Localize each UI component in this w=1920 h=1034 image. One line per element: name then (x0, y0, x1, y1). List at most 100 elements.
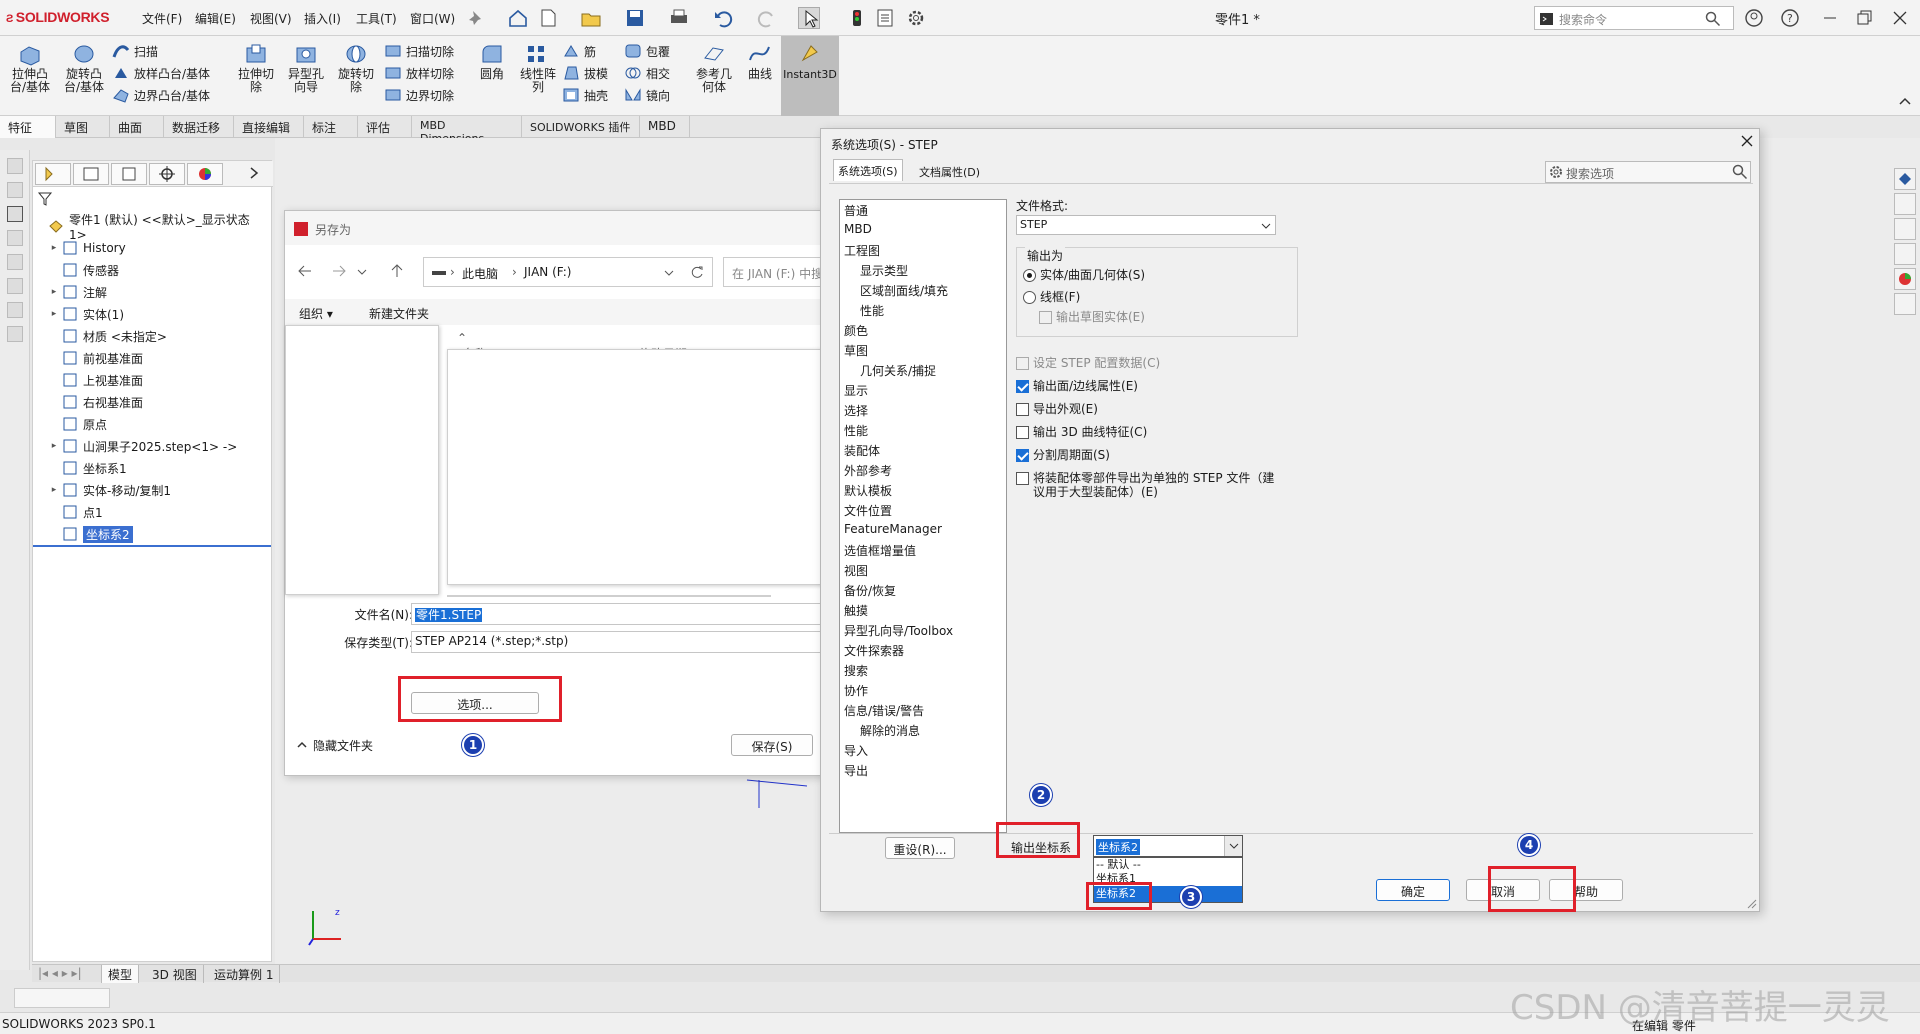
breadcrumb-drive[interactable]: JIAN (F:) (524, 265, 571, 279)
reset-button[interactable]: 重设(R)... (885, 837, 955, 859)
pin-icon[interactable] (465, 7, 487, 29)
solidworks-logo[interactable]: Ƨ SOLIDWORKS (6, 9, 110, 25)
tree-item[interactable]: 右视基准面 (33, 391, 271, 413)
menu-file[interactable]: 文件(F) (142, 10, 182, 27)
tab-solidworks-addins[interactable]: SOLIDWORKS 插件 (522, 116, 640, 138)
home-icon[interactable] (507, 7, 529, 29)
options-tree-item[interactable]: 普通 (844, 202, 868, 222)
options-tree-item[interactable]: 触摸 (844, 602, 868, 622)
tool-icon[interactable] (7, 182, 23, 198)
reference-geometry-button[interactable]: 参考几 何体 (692, 42, 736, 94)
options-tree-item[interactable]: FeatureManager (844, 522, 942, 542)
rib-button[interactable]: 筋 (562, 40, 608, 62)
options-gear-icon[interactable] (905, 7, 927, 29)
solidworks-resources-icon[interactable] (1894, 168, 1916, 190)
tool-icon[interactable] (7, 302, 23, 318)
up-arrow-icon[interactable] (389, 263, 405, 279)
undo-icon[interactable] (712, 7, 734, 29)
ok-button[interactable]: 确定 (1376, 879, 1450, 901)
organize-menu[interactable]: 组织 ▾ (299, 305, 333, 322)
tree-item[interactable]: ▸ History (33, 237, 271, 259)
resize-grip-icon[interactable] (1745, 897, 1757, 909)
tree-item[interactable]: 前视基准面 (33, 347, 271, 369)
address-bar[interactable]: › 此电脑 › JIAN (F:) (423, 257, 713, 287)
tree-item[interactable]: ▸ 山涧果子2025.step<1> -> (33, 435, 271, 457)
loft-cut-button[interactable]: 放样切除 (384, 62, 454, 84)
minimize-window-icon[interactable] (1818, 6, 1848, 30)
file-list-pane[interactable] (447, 349, 825, 585)
sweep-button[interactable]: 扫描 (112, 40, 210, 62)
tab-features[interactable]: 特征 (0, 116, 56, 138)
options-tree-item[interactable]: 备份/恢复 (844, 582, 896, 602)
checkbox-face-edge-props[interactable]: 输出面/边线属性(E) (1016, 377, 1138, 394)
shell-button[interactable]: 抽壳 (562, 84, 608, 106)
linear-pattern-button[interactable]: 线性阵 列 (516, 42, 560, 94)
tab-3d-views[interactable]: 3D 视图 (146, 965, 204, 983)
command-search-input[interactable]: 搜索命令 (1534, 6, 1734, 30)
back-arrow-icon[interactable] (297, 263, 313, 279)
options-search-input[interactable]: 搜索选项 (1545, 161, 1751, 183)
radio-solid-surface[interactable]: 实体/曲面几何体(S) (1023, 266, 1145, 283)
options-tree-item[interactable]: 区域剖面线/填充 (860, 282, 948, 302)
extrude-boss-button[interactable]: 拉伸凸 台/基体 (8, 42, 52, 94)
print-icon[interactable] (668, 7, 690, 29)
tree-item[interactable]: 坐标系1 (33, 457, 271, 479)
tab-motion-study[interactable]: 运动算例 1 (208, 965, 281, 983)
scroll-tabs-icon[interactable]: |◂ ◂ ▸ ▸| (32, 965, 102, 983)
tree-item[interactable]: 传感器 (33, 259, 271, 281)
close-window-icon[interactable] (1888, 6, 1918, 30)
navigation-pane[interactable] (285, 325, 439, 595)
display-manager-tab-icon[interactable] (187, 163, 223, 185)
tab-surfaces[interactable]: 曲面 (110, 116, 164, 138)
tab-mbd-dimensions[interactable]: MBD Dimensions (412, 116, 522, 145)
feature-manager-tab-icon[interactable] (35, 163, 71, 185)
extrude-cut-button[interactable]: 拉伸切 除 (234, 42, 278, 94)
breadcrumb-this-pc[interactable]: 此电脑 (462, 265, 498, 282)
tree-item[interactable]: 材质 <未指定> (33, 325, 271, 347)
user-account-icon[interactable] (1742, 6, 1772, 30)
redo-icon[interactable] (756, 7, 778, 29)
options-tree-item[interactable]: 显示类型 (860, 262, 908, 282)
dimxpert-tab-icon[interactable] (149, 163, 185, 185)
tab-model[interactable]: 模型 (102, 965, 140, 983)
folder-search-input[interactable]: 在 JIAN (F:) 中搜 (723, 257, 823, 287)
wrap-button[interactable]: 包覆 (624, 40, 670, 62)
tree-item[interactable]: 原点 (33, 413, 271, 435)
fillet-button[interactable]: 圆角 (470, 42, 514, 81)
draft-button[interactable]: 拔模 (562, 62, 608, 84)
filter-icon[interactable] (37, 191, 53, 207)
options-tree-item[interactable]: 选值框增量值 (844, 542, 916, 562)
menu-insert[interactable]: 插入(I) (304, 10, 341, 27)
tab-mbd[interactable]: MBD (640, 116, 690, 138)
property-manager-tab-icon[interactable] (73, 163, 109, 185)
curves-button[interactable]: 曲线 (738, 42, 782, 81)
options-tree-item[interactable]: 几何关系/捕捉 (860, 362, 936, 382)
options-tree-item[interactable]: 外部参考 (844, 462, 892, 482)
tree-item[interactable]: 上视基准面 (33, 369, 271, 391)
restore-window-icon[interactable] (1852, 6, 1882, 30)
sweep-cut-button[interactable]: 扫描切除 (384, 40, 454, 62)
options-tree-item[interactable]: 工程图 (844, 242, 880, 262)
options-tree-item[interactable]: 解除的消息 (860, 722, 920, 742)
custom-properties-icon[interactable] (1894, 293, 1916, 315)
help-icon[interactable]: ? (1778, 6, 1808, 30)
collapse-ribbon-icon[interactable] (1898, 94, 1912, 108)
boundary-cut-button[interactable]: 边界切除 (384, 84, 454, 106)
options-tree-item[interactable]: 异型孔向导/Toolbox (844, 622, 953, 642)
revolve-cut-button[interactable]: 旋转切 除 (334, 42, 378, 94)
new-document-icon[interactable] (537, 7, 559, 29)
chevron-right-icon[interactable] (247, 166, 261, 180)
file-explorer-icon[interactable] (1894, 218, 1916, 240)
options-tree-item[interactable]: 性能 (860, 302, 884, 322)
tree-root-part[interactable]: 零件1 (默认) <<默认>_显示状态 1> (33, 213, 271, 242)
file-properties-icon[interactable] (874, 7, 896, 29)
hide-folders-toggle[interactable]: 隐藏文件夹 (313, 737, 373, 754)
file-format-select[interactable]: STEP (1016, 215, 1276, 235)
chevron-up-icon[interactable] (297, 740, 307, 750)
filename-input[interactable]: 零件1.STEP (411, 603, 825, 625)
menu-view[interactable]: 视图(V) (250, 10, 292, 27)
configuration-manager-tab-icon[interactable] (111, 163, 147, 185)
tab-sketch[interactable]: 草图 (56, 116, 110, 138)
tool-icon[interactable] (7, 158, 23, 174)
checkbox-export-sketch[interactable]: 输出草图实体(E) (1039, 308, 1145, 325)
